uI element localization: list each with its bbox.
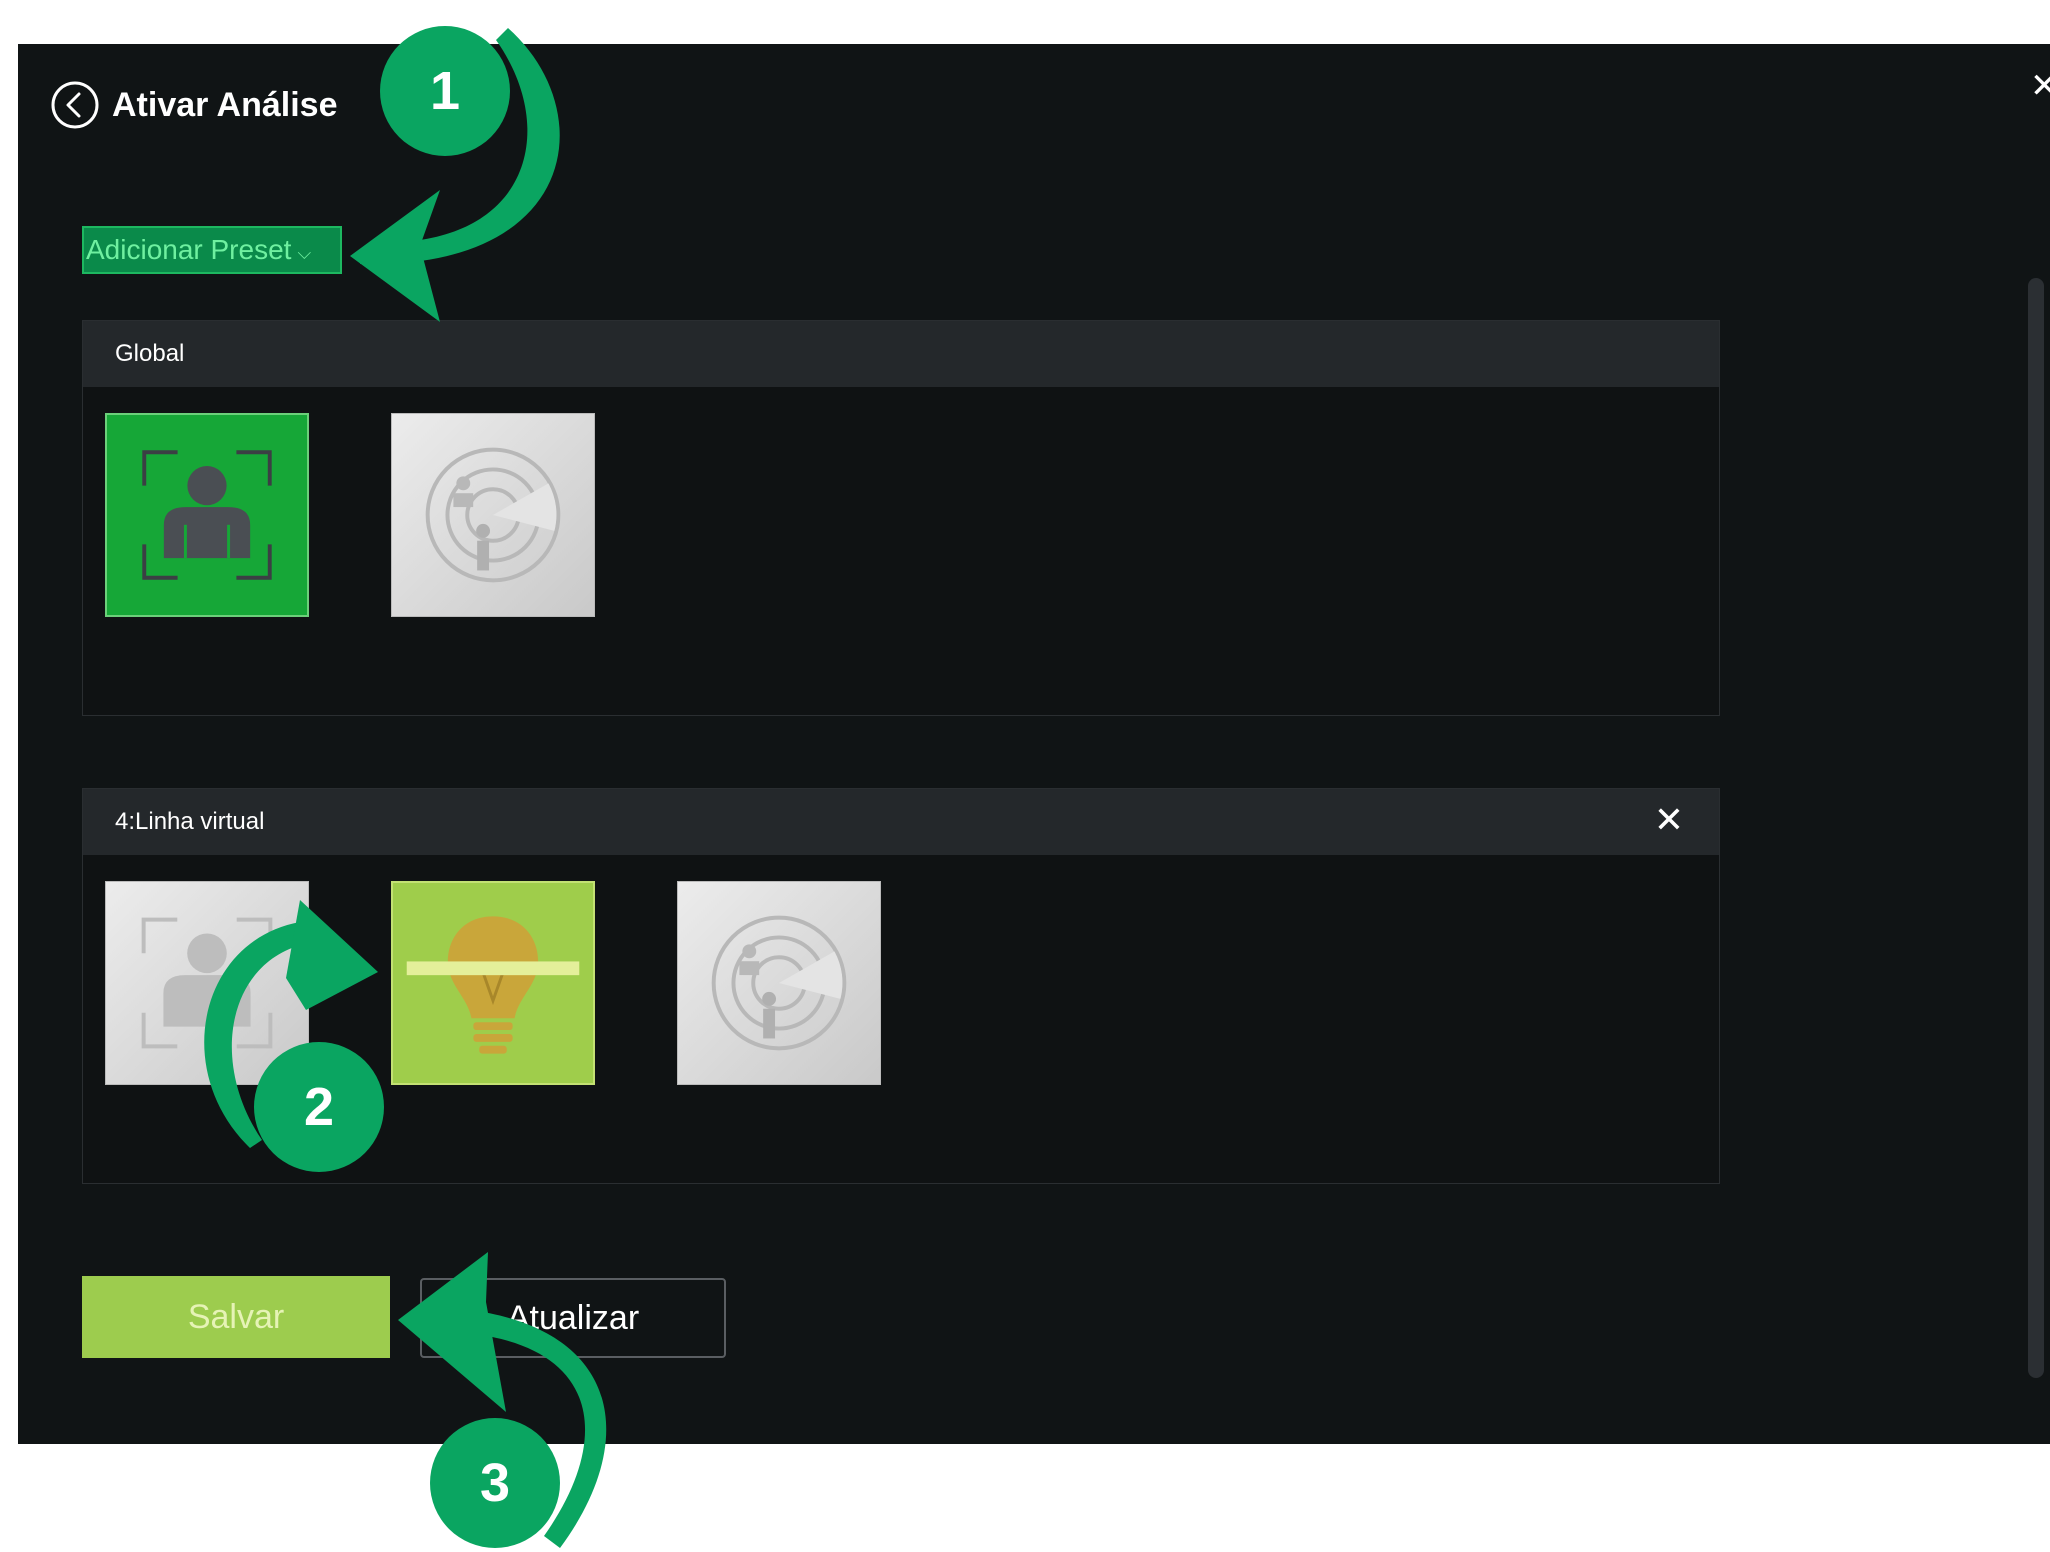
face-detection-icon (141, 917, 273, 1049)
radar-detection-icon (711, 915, 847, 1051)
face-detection-icon (142, 450, 272, 580)
section-header: 4:Linha virtual ✕ (83, 789, 1719, 855)
add-preset-dropdown[interactable]: Adicionar Preset ⌵ (82, 226, 342, 274)
dialog-header: Ativar Análise (50, 80, 338, 130)
radar-detection-tile[interactable] (391, 413, 595, 617)
face-detection-tile[interactable] (105, 881, 309, 1085)
step-badge-2: 2 (254, 1042, 384, 1172)
step-badge-3: 3 (430, 1418, 560, 1548)
remove-section-close-icon[interactable]: ✕ (1649, 789, 1689, 855)
section-global: Global (82, 320, 1720, 716)
section-title: Global (115, 340, 185, 367)
chevron-down-icon: ⌵ (297, 243, 312, 263)
step-badge-1: 1 (380, 26, 510, 156)
update-button[interactable]: Atualizar (420, 1278, 726, 1358)
page-title: Ativar Análise (112, 85, 338, 124)
lightbulb-line-icon (406, 916, 580, 1054)
virtual-line-tile[interactable] (391, 881, 595, 1085)
section-title: 4:Linha virtual (115, 808, 265, 835)
add-preset-label: Adicionar Preset (86, 234, 292, 265)
save-button[interactable]: Salvar (82, 1276, 390, 1358)
section-header: Global (83, 321, 1719, 387)
face-detection-tile[interactable] (105, 413, 309, 617)
radar-detection-tile[interactable] (677, 881, 881, 1085)
chevron-left-circle-icon[interactable] (50, 80, 100, 130)
window-close-icon[interactable]: ✕ (2030, 66, 2050, 106)
radar-detection-icon (425, 447, 561, 583)
scrollbar[interactable] (2028, 278, 2044, 1378)
